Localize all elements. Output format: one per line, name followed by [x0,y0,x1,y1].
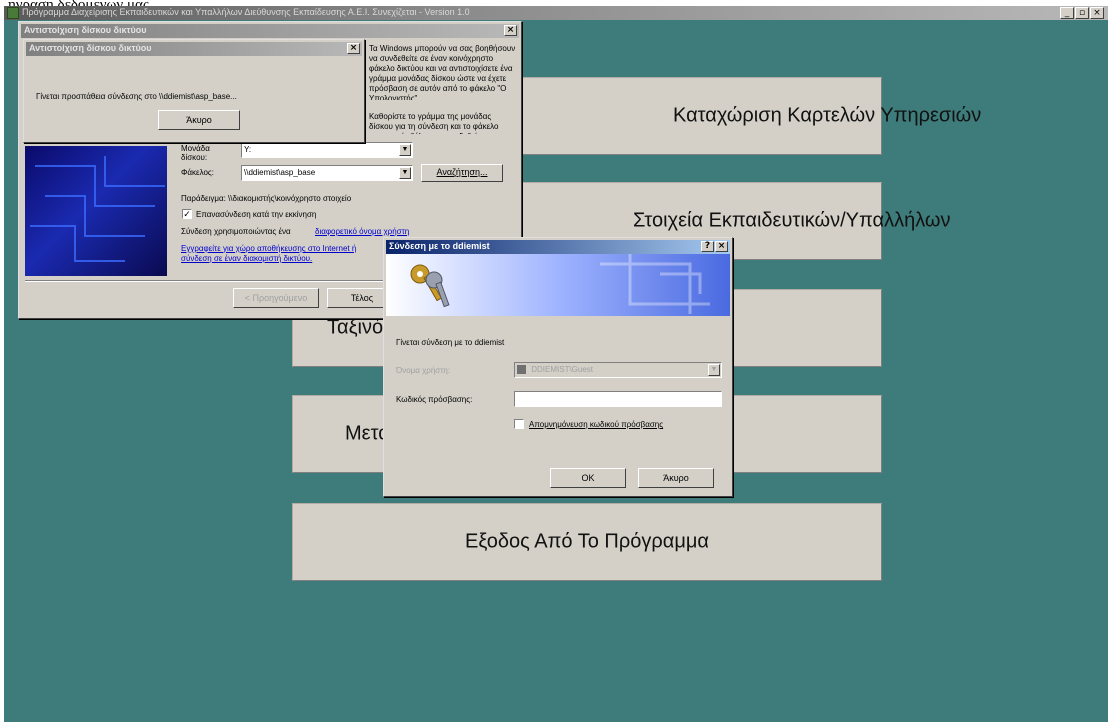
app-title-bar[interactable]: Πρόγραμμα Διαχείρισης Εκπαιδευτικών και … [4,6,1108,20]
connect-title-bar[interactable]: Σύνδεση με το ddiemist ? × [386,240,730,254]
help-button[interactable]: ? [701,241,714,252]
exit-program-label: Εξοδος Από Το Πρόγραμμα [465,530,709,553]
reconnect-checkbox[interactable]: ✓ [182,209,192,219]
connect-message: Γίνεται σύνδεση με το ddiemist [396,338,505,347]
drive-value: Y: [244,145,252,154]
user-value: DDIEMIST\Guest [531,365,594,374]
drive-label: Μονάδα δίσκου: [181,144,210,162]
exit-program-button[interactable]: Εξοδος Από Το Πρόγραμμα [292,503,882,581]
connect-other-text: Σύνδεση χρησιμοποιώντας ένα [181,227,291,236]
drive-dropdown-icon[interactable]: ▼ [399,144,411,156]
user-icon [517,365,526,375]
employee-data-label: Στοιχεία Εκπαιδευτικών/Υπαλλήλων [633,209,951,232]
progress-dialog: Αντιστοίχιση δίσκου δικτύου × Γίνεται πρ… [23,39,365,143]
app-window-controls: _ ▫ × [1060,7,1104,19]
folder-label: Φάκελος: [181,168,214,177]
minimize-button[interactable]: _ [1060,7,1074,19]
progress-close-button[interactable]: × [347,43,360,54]
folder-value: \\ddiemist\asp_base [244,168,316,177]
banner-decoration-icon [600,254,710,314]
progress-title: Αντιστοίχιση δίσκου δικτύου [29,43,152,53]
password-input[interactable] [514,391,722,407]
progress-cancel-button[interactable]: Άκυρο [158,110,240,130]
password-label: Κωδικός πρόσβασης: [396,395,473,404]
folder-input[interactable]: \\ddiemist\asp_base ▼ [241,165,413,181]
map-drive-title: Αντιστοίχιση δίσκου δικτύου [24,25,147,35]
connect-banner [386,254,730,316]
user-label: Όνομα χρήστη: [396,366,451,375]
maximize-button[interactable]: ▫ [1075,7,1089,19]
map-drive-close-button[interactable]: × [504,25,517,36]
browse-button[interactable]: Αναζήτηση... [421,164,503,182]
reconnect-label: Επανασύνδεση κατά την εκκίνηση [196,210,317,219]
close-button[interactable]: × [1090,7,1104,19]
user-select[interactable]: DDIEMIST\Guest ▼ [514,362,722,378]
drive-select[interactable]: Y: ▼ [241,142,413,158]
signup-storage-link[interactable]: Εγγραφείτε για χώρο αποθήκευσης στο Inte… [181,244,381,266]
progress-message: Γίνεται προσπάθεια σύνδεσης στο \\ddiemi… [36,92,237,101]
connect-close-button[interactable]: × [715,241,728,252]
back-button[interactable]: < Προηγούμενο [233,288,319,308]
remember-password-checkbox[interactable] [514,419,524,429]
map-drive-intro: Τα Windows μπορούν να σας βοηθήσουν να σ… [369,44,516,100]
app-window-title: Πρόγραμμα Διαχείρισης Εκπαιδευτικών και … [22,7,470,17]
folder-example: Παράδειγμα: \\διακομιστής\κοινόχρηστο στ… [181,194,352,203]
map-drive-title-bar[interactable]: Αντιστοίχιση δίσκου δικτύου × [21,24,519,38]
wizard-graphic [25,146,167,276]
connect-cancel-button[interactable]: Άκυρο [638,468,714,488]
folder-dropdown-icon[interactable]: ▼ [399,167,411,179]
user-dropdown-icon[interactable]: ▼ [708,364,720,376]
ok-button[interactable]: OK [550,468,626,488]
keys-icon [410,264,450,308]
service-cards-label: Καταχώριση Καρτελών Υπηρεσιών [673,104,982,127]
connect-dialog: Σύνδεση με το ddiemist ? × Γίνεται σύνδε… [383,237,733,497]
circuit-pattern-icon [30,156,165,262]
progress-title-bar[interactable]: Αντιστοίχιση δίσκου δικτύου × [26,42,362,56]
map-drive-prompt: Καθορίστε το γράμμα της μονάδας δίσκου γ… [369,112,499,134]
remember-password-label: Απομνημόνευση κωδικού πρόσβασης [529,420,664,429]
app-icon [7,7,19,19]
connect-title: Σύνδεση με το ddiemist [389,241,490,251]
different-user-link[interactable]: διαφορετικό όνομα χρήστη [315,227,409,236]
